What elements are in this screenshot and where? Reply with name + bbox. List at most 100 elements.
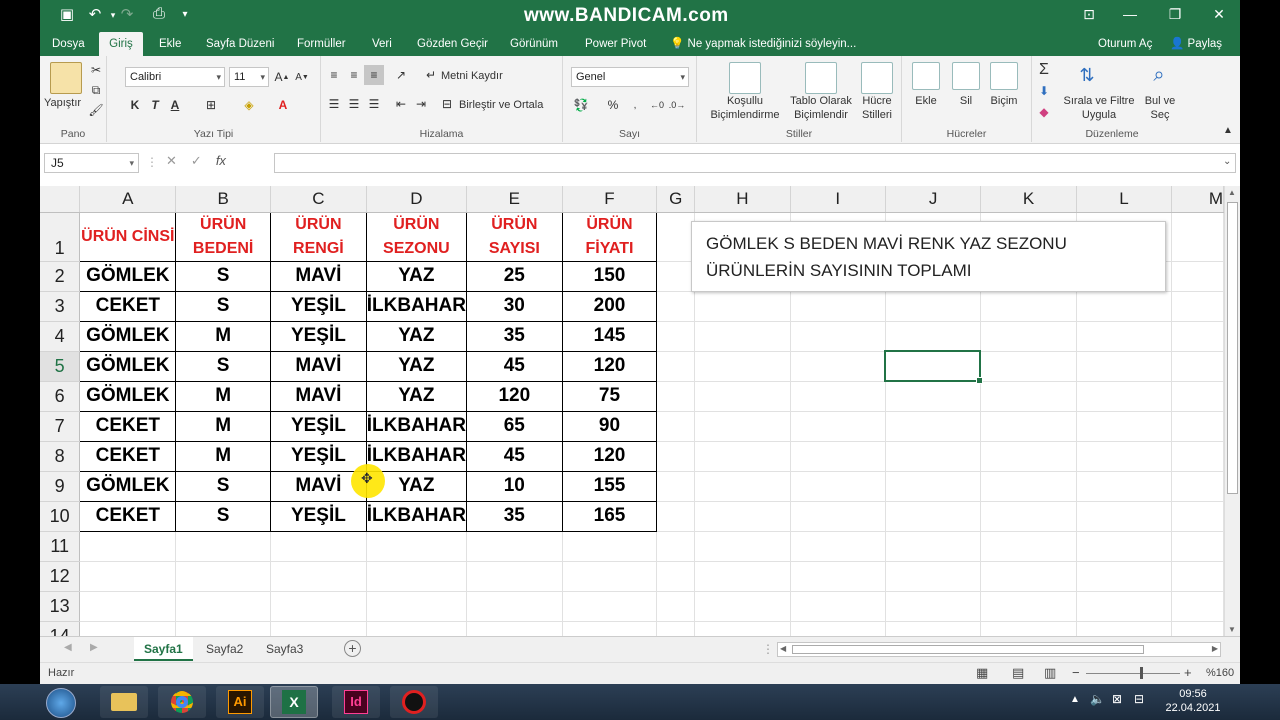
save-icon[interactable]: ▣	[56, 5, 78, 23]
cell[interactable]	[790, 501, 886, 532]
fill-icon[interactable]: ⬇	[1034, 81, 1054, 101]
page-break-view-icon[interactable]: ▥	[1044, 665, 1056, 681]
align-center-icon[interactable]: ☰	[344, 94, 364, 114]
row-header[interactable]: 1	[40, 212, 81, 262]
cell[interactable]	[466, 591, 563, 622]
cell[interactable]	[175, 531, 272, 562]
cell[interactable]	[694, 471, 791, 502]
data-cell[interactable]: 10	[465, 470, 563, 502]
data-cell[interactable]: S	[175, 260, 272, 292]
cell[interactable]	[656, 561, 696, 592]
cell[interactable]	[656, 531, 696, 562]
data-cell[interactable]: 200	[561, 290, 658, 322]
cell[interactable]	[1171, 212, 1224, 262]
cell[interactable]	[656, 621, 696, 636]
cell[interactable]	[790, 411, 886, 442]
cell[interactable]	[1171, 471, 1224, 502]
copy-icon[interactable]: ⧉	[86, 80, 106, 100]
cell[interactable]	[885, 531, 982, 562]
cell[interactable]	[1171, 321, 1224, 352]
align-middle-icon[interactable]: ≡	[344, 65, 364, 85]
sign-in-link[interactable]: Oturum Aç	[1098, 32, 1152, 56]
shrink-font-icon[interactable]: A ▼	[292, 67, 312, 87]
data-cell[interactable]: GÖMLEK	[79, 320, 177, 352]
data-cell[interactable]: CEKET	[79, 440, 177, 472]
align-right-icon[interactable]: ☰	[364, 94, 384, 114]
cell[interactable]	[980, 441, 1077, 472]
row-header[interactable]: 11	[40, 531, 81, 562]
cell[interactable]	[790, 561, 886, 592]
scroll-up-icon[interactable]: ▲	[1228, 188, 1236, 197]
data-cell[interactable]: CEKET	[79, 410, 177, 442]
font-name-select[interactable]: Calibri	[125, 67, 225, 87]
find-select-icon[interactable]: ⌕	[1144, 60, 1174, 90]
cell[interactable]	[270, 531, 367, 562]
cut-icon[interactable]: ✂	[86, 60, 106, 80]
prev-sheet-icon[interactable]: ◀	[64, 642, 72, 653]
format-cells-icon[interactable]	[990, 62, 1018, 90]
cell[interactable]	[1076, 561, 1173, 592]
cell[interactable]	[980, 531, 1077, 562]
delete-cells-icon[interactable]	[952, 62, 980, 90]
align-bottom-icon[interactable]: ≡	[364, 65, 384, 85]
align-left-icon[interactable]: ☰	[324, 94, 344, 114]
cell[interactable]	[980, 381, 1077, 412]
data-cell[interactable]: YAZ	[365, 320, 467, 352]
data-cell[interactable]: 65	[465, 410, 563, 442]
cell[interactable]	[694, 621, 791, 636]
cell[interactable]	[466, 531, 563, 562]
minimize-icon[interactable]: —	[1115, 6, 1145, 22]
ribbon-display-icon[interactable]: ⊡	[1074, 6, 1104, 23]
conditional-format-button[interactable]: Koşullu Biçimlendirme	[705, 94, 785, 122]
header-cell[interactable]: ÜRÜN BEDENİ	[175, 211, 272, 262]
cell[interactable]	[656, 321, 696, 352]
cell[interactable]	[694, 351, 791, 382]
zoom-slider-thumb[interactable]	[1140, 667, 1143, 679]
cell[interactable]	[1076, 621, 1173, 636]
zoom-slider[interactable]	[1086, 673, 1180, 674]
delete-cells-button[interactable]: Sil	[950, 94, 982, 108]
tab-power-pivot[interactable]: Power Pivot	[579, 32, 652, 56]
column-header[interactable]: G	[656, 186, 696, 213]
row-header[interactable]: 7	[40, 411, 81, 442]
show-hidden-icons-icon[interactable]: ▲	[1070, 694, 1080, 705]
tab-home[interactable]: Giriş	[99, 32, 143, 56]
underline-button[interactable]: A	[165, 95, 185, 115]
cell[interactable]	[1171, 351, 1224, 382]
maximize-icon[interactable]: ❐	[1160, 6, 1190, 23]
data-cell[interactable]: 35	[465, 320, 563, 352]
data-cell[interactable]: S	[175, 350, 272, 382]
data-cell[interactable]: İLKBAHAR	[365, 500, 467, 532]
cell[interactable]	[79, 561, 177, 592]
merge-center-button[interactable]: Birleştir ve Ortala	[459, 98, 543, 112]
sort-filter-icon[interactable]: ⇅	[1072, 60, 1102, 90]
column-header[interactable]: K	[980, 186, 1077, 213]
cell[interactable]	[1171, 381, 1224, 412]
cell[interactable]	[885, 471, 982, 502]
cell[interactable]	[270, 561, 367, 592]
italic-button[interactable]: T	[145, 95, 165, 115]
data-cell[interactable]: İLKBAHAR	[365, 410, 467, 442]
header-cell[interactable]: ÜRÜN FİYATI	[561, 211, 658, 262]
zoom-level[interactable]: %160	[1206, 667, 1234, 679]
header-cell[interactable]: ÜRÜN SEZONU	[365, 211, 467, 262]
formula-input[interactable]	[274, 153, 1236, 173]
format-as-table-icon[interactable]	[805, 62, 837, 94]
tab-file[interactable]: Dosya	[46, 32, 91, 56]
format-cells-button[interactable]: Biçim	[986, 94, 1022, 108]
next-sheet-icon[interactable]: ▶	[90, 642, 98, 653]
data-cell[interactable]: YEŞİL	[270, 290, 367, 322]
add-sheet-icon[interactable]: +	[344, 640, 361, 657]
cell[interactable]	[562, 531, 658, 562]
cell[interactable]	[790, 621, 886, 636]
cell[interactable]	[885, 381, 982, 412]
font-color-icon[interactable]: A	[273, 95, 293, 115]
print-preview-icon[interactable]: ⎙	[148, 5, 170, 22]
cell[interactable]	[694, 501, 791, 532]
cell[interactable]	[562, 591, 658, 622]
cell[interactable]	[980, 291, 1077, 322]
cancel-icon[interactable]: ✕	[166, 153, 191, 168]
data-cell[interactable]: M	[175, 380, 272, 412]
data-cell[interactable]: 150	[561, 260, 658, 292]
cell[interactable]	[466, 621, 563, 636]
